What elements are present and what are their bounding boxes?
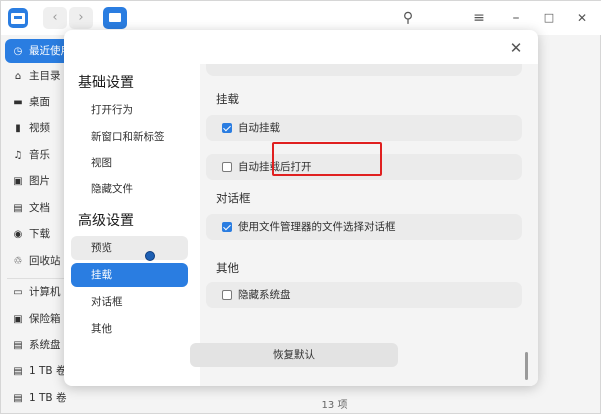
dialog-scrollbar[interactable] [525, 352, 528, 380]
sidebar-item-label: 系统盘 [29, 339, 61, 351]
home-icon: ⌂ [14, 71, 22, 82]
option-hide-system-disk[interactable]: 隐藏系统盘 [206, 282, 522, 308]
main-menu-icon[interactable]: ≡ [470, 9, 488, 27]
icon-view-icon [109, 13, 121, 22]
sidebar-item-label: 主目录 [29, 70, 61, 82]
settings-content: 挂载 自动挂载 自动挂载后打开 对话框 使用文件管理器的文件选择对话框 其他 隐… [200, 64, 538, 386]
icon-view-button[interactable] [103, 7, 127, 29]
sidebar-item-label: 回收站 [29, 255, 61, 267]
sidebar-item-computer[interactable]: ▭ 计算机 [5, 280, 67, 304]
sidebar-item-label: 视频 [29, 122, 50, 134]
picture-icon: ▣ [13, 176, 23, 187]
sidebar-item-label: 最近使用 [29, 45, 67, 57]
highlight-annotation-box [272, 142, 382, 176]
auto-mount-checkbox[interactable] [222, 123, 232, 133]
sidebar-item-label: 音乐 [29, 149, 50, 161]
sidebar-item-music[interactable]: ♫ 音乐 [5, 143, 67, 167]
music-icon: ♫ [13, 150, 23, 161]
nav-item-view[interactable]: 视图 [71, 151, 188, 175]
disk-icon: ▤ [13, 393, 23, 404]
sidebar-item-desktop[interactable]: ▬ 桌面 [5, 90, 67, 114]
video-icon: ▮ [15, 123, 21, 134]
document-icon: ▤ [13, 203, 23, 214]
search-icon[interactable]: ⚲ [399, 9, 417, 27]
restore-defaults-button[interactable]: 恢复默认 [190, 343, 398, 367]
auto-mount-open-checkbox[interactable] [222, 162, 232, 172]
sidebar-item-documents[interactable]: ▤ 文档 [5, 196, 67, 220]
sidebar-item-label: 文档 [29, 202, 50, 214]
option-use-fm-dialog[interactable]: 使用文件管理器的文件选择对话框 [206, 214, 522, 240]
use-fm-dialog-checkbox[interactable] [222, 222, 232, 232]
close-icon[interactable]: ✕ [573, 9, 591, 27]
nav-item-open-behavior[interactable]: 打开行为 [71, 98, 188, 122]
mouse-cursor-indicator [145, 251, 155, 261]
sidebar-item-recent[interactable]: ◷ 最近使用 [5, 39, 67, 63]
sidebar-item-system-disk[interactable]: ▤ 系统盘 [5, 333, 67, 357]
settings-dialog: ✕ 基础设置 打开行为 新窗口和新标签 视图 隐藏文件 高级设置 预览 挂载 对… [64, 30, 538, 386]
download-icon: ◉ [13, 229, 23, 240]
sidebar-item-trash[interactable]: ♲ 回收站 [5, 249, 67, 273]
sidebar-item-label: 桌面 [29, 96, 50, 108]
sidebar-item-label: 计算机 [29, 286, 61, 298]
settings-nav: 基础设置 打开行为 新窗口和新标签 视图 隐藏文件 高级设置 预览 挂载 对话框… [64, 30, 200, 386]
sidebar-item-pictures[interactable]: ▣ 图片 [5, 169, 67, 193]
sidebar-item-vault[interactable]: ▣ 保险箱 [5, 307, 67, 331]
desktop-icon: ▬ [13, 97, 23, 108]
trash-icon: ♲ [13, 256, 23, 267]
file-manager-window: ‹ › ⚲ ≡ – □ ✕ ◷ 最近使用 ⌂ 主目录 ▬ 桌面 ▮ 视频 ♫ 音乐 ▣ 图片… [0, 0, 601, 414]
disk-icon: ▤ [13, 366, 23, 377]
sidebar-item-home[interactable]: ⌂ 主目录 [5, 64, 67, 88]
maximize-icon[interactable]: □ [540, 9, 558, 27]
option-auto-mount[interactable]: 自动挂载 [206, 115, 522, 141]
status-item-count: 13 项 [321, 400, 348, 411]
computer-icon: ▭ [13, 287, 23, 298]
nav-group-advanced: 高级设置 [78, 213, 134, 229]
forward-button[interactable]: › [69, 7, 93, 29]
use-fm-dialog-label: 使用文件管理器的文件选择对话框 [238, 221, 396, 233]
sidebar-item-volume-2[interactable]: ▤ 1 TB 卷 [5, 386, 67, 410]
sidebar-item-downloads[interactable]: ◉ 下载 [5, 222, 67, 246]
nav-item-new-window-tab[interactable]: 新窗口和新标签 [71, 125, 188, 149]
vault-icon: ▣ [13, 314, 23, 325]
nav-group-basic: 基础设置 [78, 75, 134, 91]
nav-item-hidden-files[interactable]: 隐藏文件 [71, 177, 188, 201]
sidebar-item-videos[interactable]: ▮ 视频 [5, 116, 67, 140]
back-button[interactable]: ‹ [43, 7, 67, 29]
dialog-close-icon[interactable]: ✕ [506, 38, 526, 58]
disk-icon: ▤ [13, 340, 23, 351]
section-title-dialog: 对话框 [216, 191, 251, 205]
auto-mount-label: 自动挂载 [238, 122, 280, 134]
hide-system-disk-checkbox[interactable] [222, 290, 232, 300]
clock-icon: ◷ [13, 46, 23, 57]
sidebar-item-label: 下载 [29, 228, 50, 240]
sidebar-item-label: 1 TB 卷 [29, 392, 67, 404]
file-manager-logo-icon [8, 8, 28, 28]
nav-item-dialog[interactable]: 对话框 [71, 290, 188, 314]
nav-item-other[interactable]: 其他 [71, 317, 188, 341]
sidebar-item-label: 1 TB 卷 [29, 365, 67, 377]
sidebar: ◷ 最近使用 ⌂ 主目录 ▬ 桌面 ▮ 视频 ♫ 音乐 ▣ 图片 ▤ 文档 ◉ 下载 ♲ 回收站 … [1, 35, 67, 414]
nav-item-mount[interactable]: 挂载 [71, 263, 188, 287]
previous-section-card [206, 64, 522, 76]
section-title-other: 其他 [216, 261, 239, 275]
sidebar-divider [7, 278, 65, 279]
sidebar-item-label: 图片 [29, 175, 50, 187]
section-title-mount: 挂载 [216, 92, 239, 106]
sidebar-item-label: 保险箱 [29, 313, 61, 325]
hide-system-disk-label: 隐藏系统盘 [238, 289, 291, 301]
minimize-icon[interactable]: – [507, 9, 525, 27]
nav-item-preview[interactable]: 预览 [71, 236, 188, 260]
sidebar-item-volume-1[interactable]: ▤ 1 TB 卷 [5, 359, 67, 383]
